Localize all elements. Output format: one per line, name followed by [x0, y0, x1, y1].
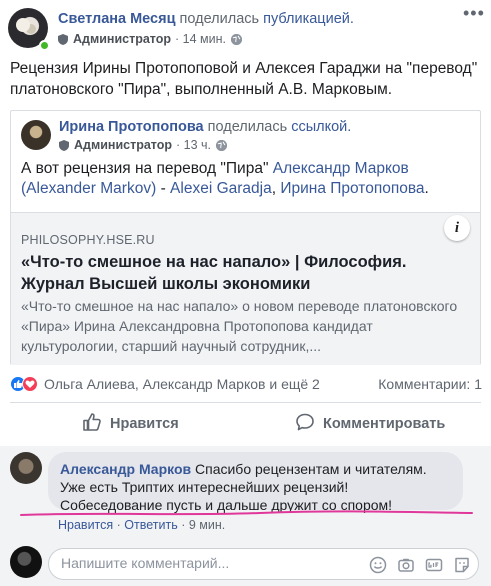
separator: - [160, 180, 166, 197]
shared-post-link[interactable]: публикацией. [263, 11, 354, 27]
pink-underline-annotation [20, 510, 473, 516]
sticker-icon[interactable] [453, 556, 471, 574]
thumbs-up-icon [82, 412, 102, 436]
more-options-icon[interactable]: ••• [463, 4, 484, 22]
post-header: Светлана Месяц поделилась публикацией. А… [8, 4, 484, 51]
link-description: «Что-то смешное на нас напало» о новом п… [21, 298, 458, 354]
comment-button[interactable]: Комментировать [295, 406, 445, 442]
post-body-text: Рецензия Ирины Протопоповой и Алексея Га… [10, 60, 478, 98]
comment-bubble-icon [295, 412, 315, 436]
shared-header-title: Ирина Протопопова поделилась ссылкой. [59, 119, 351, 135]
shared-text-prefix: А вот рецензия на перевод "Пира" [21, 160, 269, 177]
comment-like-link[interactable]: Нравится [58, 518, 113, 532]
comments-count[interactable]: Комментарии: 1 [378, 376, 482, 392]
link-preview[interactable]: PHILOSOPHY.HSE.RU «Что-то смешное на нас… [11, 212, 480, 365]
comment-label: Комментировать [323, 416, 446, 432]
commenter-name-link[interactable]: Александр Марков [60, 461, 191, 477]
separator: , [271, 180, 277, 197]
comment-bubble: Александр Марков Спасибо рецензентам и ч… [48, 452, 463, 513]
comment-reply-link[interactable]: Ответить [124, 518, 177, 532]
shared-time[interactable]: · 13 ч. [176, 138, 211, 152]
tag-irina-protopopova[interactable]: Ирина Протопопова [280, 180, 424, 197]
shared-author-avatar[interactable] [21, 120, 51, 150]
online-status-dot [39, 40, 50, 51]
divider [10, 402, 481, 403]
reaction-names[interactable]: Ольга Алиева, Александр Марков и ещё 2 [44, 376, 320, 392]
tag-alexei-garadja[interactable]: Alexei Garadja [170, 180, 272, 197]
commenter-avatar[interactable] [10, 452, 42, 484]
role-label: Администратор [73, 32, 172, 46]
shared-post-card: Ирина Протопопова поделилась ссылкой. Ад… [10, 110, 481, 365]
author-name-link[interactable]: Светлана Месяц [58, 11, 176, 27]
post-actions: Нравится Комментировать [10, 406, 481, 442]
emoji-icon[interactable] [369, 556, 387, 574]
current-user-avatar [10, 546, 42, 578]
like-button[interactable]: Нравится [82, 406, 179, 442]
shield-icon [59, 139, 69, 151]
shared-action-text: поделилась [207, 119, 288, 135]
comment-composer[interactable] [48, 548, 479, 580]
shared-author-name-link[interactable]: Ирина Протопопова [59, 119, 204, 135]
reactions-summary: Ольга Алиева, Александр Марков и ещё 2 К… [10, 373, 482, 395]
comments-section: Александр Марков Спасибо рецензентам и ч… [0, 446, 491, 586]
share-action-text: поделилась [179, 11, 260, 27]
shared-link-link[interactable]: ссылкой. [291, 119, 351, 135]
info-icon[interactable]: i [444, 215, 470, 241]
shared-body-text: А вот рецензия на перевод "Пира" Алексан… [21, 159, 473, 199]
link-domain: PHILOSOPHY.HSE.RU [21, 233, 155, 247]
camera-icon[interactable] [397, 556, 415, 574]
love-reaction-icon[interactable] [22, 376, 38, 392]
like-label: Нравится [110, 416, 179, 432]
shared-role-label: Администратор [74, 138, 173, 152]
comment-time[interactable]: · 9 мин. [181, 518, 225, 532]
link-title[interactable]: «Что-то смешное на нас напало» | Философ… [21, 251, 461, 295]
globe-icon [231, 33, 242, 45]
post-time[interactable]: · 14 мин. [175, 32, 226, 46]
comment-meta: Нравится · Ответить · 9 мин. [58, 518, 226, 532]
post-meta: Администратор · 14 мин. [58, 32, 242, 46]
globe-icon [216, 139, 228, 151]
shield-icon [58, 33, 68, 45]
post-header-title: Светлана Месяц поделилась публикацией. [58, 11, 354, 27]
gif-icon[interactable] [425, 556, 443, 574]
comment-input[interactable] [61, 555, 361, 571]
shared-meta: Администратор · 13 ч. [59, 138, 228, 152]
text-end: . [424, 180, 429, 197]
